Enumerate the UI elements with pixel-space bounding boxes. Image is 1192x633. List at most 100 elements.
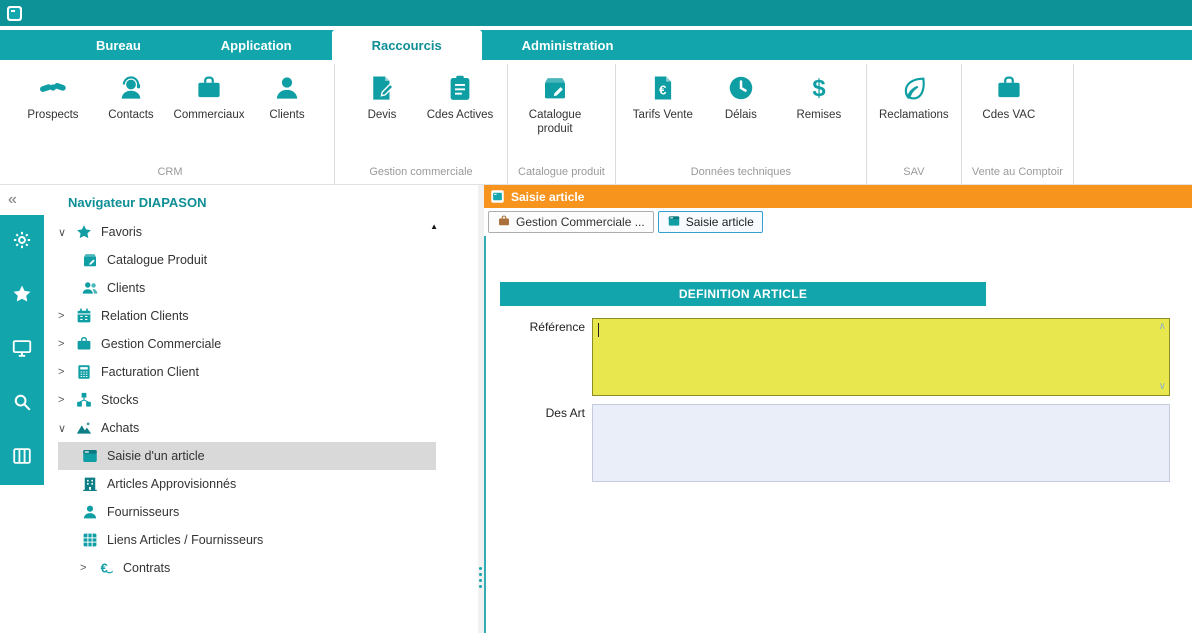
scroll-up-icon[interactable]: ∧ <box>1159 322 1166 332</box>
sidebar-item-favorites[interactable] <box>0 269 44 323</box>
tree-item-label: Relation Clients <box>101 309 189 323</box>
tree-item-label: Gestion Commerciale <box>101 337 221 351</box>
des-art-input[interactable] <box>592 404 1170 482</box>
star-icon <box>11 283 33 310</box>
tree-item-label: Clients <box>107 281 145 295</box>
tree-item-favoris[interactable]: ∨ Favoris <box>58 218 436 246</box>
ribbon-tab-application[interactable]: Application <box>181 30 332 60</box>
tree-item-liens-articles-fournisseurs[interactable]: Liens Articles / Fournisseurs <box>58 526 436 554</box>
ribbon-item-clients[interactable]: Clients <box>250 68 324 123</box>
doc-tab-gestion-commerciale[interactable]: Gestion Commerciale ... <box>488 211 654 233</box>
briefcase-icon <box>994 70 1024 106</box>
ribbon-item-label: Cdes VAC <box>982 109 1035 123</box>
sidebar-item-layout[interactable] <box>0 431 44 485</box>
ribbon-group-catalogue-produit: Catalogue produit Catalogue produit <box>508 64 616 184</box>
leaf-icon <box>899 70 929 106</box>
tree-item-articles-approvisionnes[interactable]: Articles Approvisionnés <box>58 470 436 498</box>
content-pane: Saisie article Gestion Commerciale ... S… <box>484 185 1192 633</box>
ribbon-group-label: Catalogue produit <box>518 163 605 184</box>
grid-icon <box>80 530 100 550</box>
chevron-right-icon[interactable]: > <box>58 366 74 378</box>
navigator-panel: Navigateur DIAPASON ▲ ∨ Favoris Catalogu… <box>44 185 478 633</box>
scrollbar-up-icon[interactable]: ▲ <box>430 223 438 231</box>
tree-item-label: Liens Articles / Fournisseurs <box>107 533 263 547</box>
ribbon-item-devis[interactable]: Devis <box>345 68 419 123</box>
briefcase-icon <box>194 70 224 106</box>
ribbon-item-label: Tarifs Vente <box>633 109 693 123</box>
briefcase-icon <box>74 334 94 354</box>
ribbon-item-delais[interactable]: Délais <box>704 68 778 123</box>
document-titlebar: Saisie article <box>484 185 1192 208</box>
ribbon-item-prospects[interactable]: Prospects <box>16 68 90 123</box>
sidebar-item-search[interactable] <box>0 377 44 431</box>
des-art-label: Des Art <box>492 404 592 482</box>
panel-splitter[interactable] <box>478 185 484 633</box>
sidebar-item-settings[interactable] <box>0 215 44 269</box>
tree-item-label: Fournisseurs <box>107 505 179 519</box>
tree-item-relation-clients[interactable]: > Relation Clients <box>58 302 436 330</box>
document-title: Saisie article <box>511 190 584 204</box>
tree-item-stocks[interactable]: > Stocks <box>58 386 436 414</box>
ribbon-group-label: CRM <box>16 163 324 184</box>
chevron-down-icon[interactable]: ∨ <box>58 422 74 435</box>
window-icon <box>80 446 100 466</box>
tree-item-label: Articles Approvisionnés <box>107 477 236 491</box>
tree-item-label: Favoris <box>101 225 142 239</box>
splitter-grip-icon <box>479 567 482 588</box>
ribbon-tab-bureau[interactable]: Bureau <box>56 30 181 60</box>
tree-item-contrats[interactable]: > Contrats <box>58 554 436 582</box>
clock-icon <box>726 70 756 106</box>
ribbon-item-contacts[interactable]: Contacts <box>94 68 168 123</box>
ribbon-item-commerciaux[interactable]: Commerciaux <box>172 68 246 123</box>
ribbon-item-catalogue-produit[interactable]: Catalogue produit <box>518 68 592 137</box>
collapse-panel-button[interactable]: « <box>0 185 44 215</box>
tree-item-catalogue-produit[interactable]: Catalogue Produit <box>58 246 436 274</box>
ribbon-item-label: Reclamations <box>879 109 949 123</box>
search-icon <box>11 391 33 418</box>
ribbon-tab-raccourcis[interactable]: Raccourcis <box>332 30 482 60</box>
document-pencil-icon <box>367 70 397 106</box>
tree-item-label: Facturation Client <box>101 365 199 379</box>
ribbon-item-label: Prospects <box>27 109 78 123</box>
reference-label: Référence <box>492 318 592 396</box>
tree-item-fournisseurs[interactable]: Fournisseurs <box>58 498 436 526</box>
ribbon-group-label: SAV <box>877 163 951 184</box>
chevron-right-icon[interactable]: > <box>58 310 74 322</box>
chevron-down-icon[interactable]: ∨ <box>58 226 74 239</box>
chevron-right-icon[interactable]: > <box>80 562 96 574</box>
ribbon-group-donnees-techniques: Tarifs Vente Délais Remises Données tech… <box>616 64 867 184</box>
chevron-right-icon[interactable]: > <box>58 394 74 406</box>
chevron-right-icon[interactable]: > <box>58 338 74 350</box>
ribbon-group-label: Gestion commerciale <box>345 163 497 184</box>
tree-item-achats[interactable]: ∨ Achats <box>58 414 436 442</box>
ribbon-tab-administration[interactable]: Administration <box>482 30 654 60</box>
navigator-title: Navigateur DIAPASON <box>44 191 478 218</box>
ribbon-item-label: Devis <box>368 109 397 123</box>
person-icon <box>80 502 100 522</box>
tree-item-label: Saisie d'un article <box>107 449 205 463</box>
icon-strip: « <box>0 185 44 633</box>
ribbon-item-cdes-vac[interactable]: Cdes VAC <box>972 68 1046 123</box>
scroll-down-icon[interactable]: ∨ <box>1159 382 1166 392</box>
doc-tab-saisie-article[interactable]: Saisie article <box>658 211 763 233</box>
tree-item-clients[interactable]: Clients <box>58 274 436 302</box>
ribbon-item-remises[interactable]: Remises <box>782 68 856 123</box>
contact-headset-icon <box>116 70 146 106</box>
main-area: « Navigateur DIAPASON ▲ ∨ Favoris Catalo… <box>0 185 1192 633</box>
ribbon-item-label: Remises <box>796 109 841 123</box>
tree-item-gestion-commerciale[interactable]: > Gestion Commerciale <box>58 330 436 358</box>
tree-item-label: Contrats <box>123 561 170 575</box>
ribbon-item-cdes-actives[interactable]: Cdes Actives <box>423 68 497 123</box>
tree-item-facturation-client[interactable]: > Facturation Client <box>58 358 436 386</box>
field-row-des-art: Des Art <box>486 404 1192 482</box>
ribbon-item-reclamations[interactable]: Reclamations <box>877 68 951 123</box>
ribbon-group-label: Données techniques <box>626 163 856 184</box>
building-icon <box>80 474 100 494</box>
reference-input[interactable]: ∧ ∨ <box>592 318 1170 396</box>
mountain-icon <box>74 418 94 438</box>
tree-item-saisie-dun-article[interactable]: Saisie d'un article <box>58 442 436 470</box>
sidebar-item-desktop[interactable] <box>0 323 44 377</box>
ribbon-item-tarifs-vente[interactable]: Tarifs Vente <box>626 68 700 123</box>
people-icon <box>80 278 100 298</box>
doc-tab-label: Saisie article <box>686 215 754 229</box>
